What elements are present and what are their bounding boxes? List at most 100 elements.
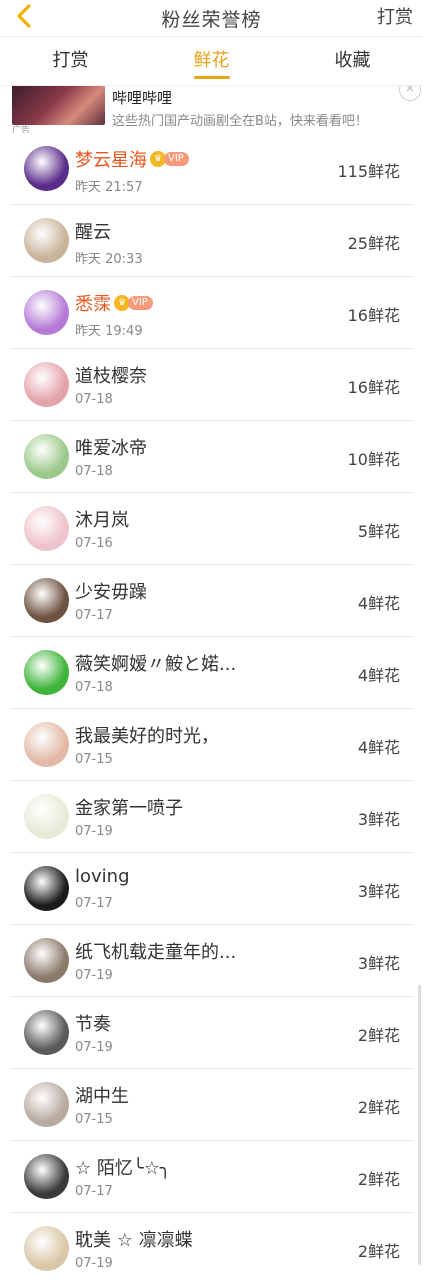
name-line: 我最美好的时光， [75,722,219,748]
user-name: 薇笑婀嫒〃鮟と婼... [75,654,237,675]
ad-description: 这些热门国产动画剧全在B站，快来看看吧！ [112,114,368,129]
app-root: 粉丝荣誉榜 打赏 打赏 鲜花 收藏 广告 哔哩哔哩 这些热门国产动画剧全在B站，… [0,0,423,1280]
timestamp: 07-17 [75,608,113,623]
user-name: 我最美好的时光， [75,726,219,747]
list-item[interactable]: 梦云星海 ♛ VIP 昨天 21:57 115鲜花 [12,133,412,205]
timestamp: 07-18 [75,680,113,695]
avatar[interactable] [24,146,69,191]
name-line: 悉霂 ♛ VIP [75,290,153,316]
avatar[interactable] [24,434,69,479]
list-item[interactable]: 金家第一喷子 07-19 3鲜花 [12,781,412,853]
avatar[interactable] [24,290,69,335]
scrollbar[interactable] [418,985,421,1265]
close-icon[interactable]: ✕ [399,85,421,101]
timestamp: 昨天 19:49 [75,324,143,339]
flower-count: 25鲜花 [347,234,400,253]
name-line: 醒云 [75,218,111,244]
user-name: 纸飞机载走童年的... [75,942,237,963]
avatar[interactable] [24,1010,69,1055]
flower-count: 4鲜花 [357,594,400,613]
list-item[interactable]: 耽美 ☆ 凛凛蝶 07-19 2鲜花 [12,1213,412,1280]
timestamp: 07-19 [75,1256,113,1271]
avatar[interactable] [24,866,69,911]
timestamp: 07-19 [75,824,113,839]
timestamp: 昨天 20:33 [75,252,143,267]
list-item[interactable]: 我最美好的时光， 07-15 4鲜花 [12,709,412,781]
list-item[interactable]: loving 07-17 3鲜花 [12,853,412,925]
timestamp: 07-16 [75,536,113,551]
list-item[interactable]: 纸飞机载走童年的... 07-19 3鲜花 [12,925,412,997]
list-item[interactable]: 醒云昨天 20:33 25鲜花 [12,205,412,277]
user-name: 沐月岚 [75,510,129,531]
chevron-left-icon [13,3,35,33]
timestamp: 07-19 [75,1040,113,1055]
vip-label: VIP [164,152,189,166]
flower-count: 2鲜花 [357,1170,400,1189]
flower-count: 16鲜花 [347,378,400,397]
user-name: 少安毋躁 [75,582,147,603]
flower-count: 4鲜花 [357,738,400,757]
ad-tag: 广告 [12,126,31,133]
avatar[interactable] [24,1226,69,1271]
ad-banner[interactable]: 广告 哔哩哔哩 这些热门国产动画剧全在B站，快来看看吧！ ✕ [0,85,423,133]
list-item[interactable]: 少安毋躁 07-17 4鲜花 [12,565,412,637]
avatar[interactable] [24,218,69,263]
list-item[interactable]: 薇笑婀嫒〃鮟と婼... 07-18 4鲜花 [12,637,412,709]
name-line: 湖中生 [75,1082,129,1108]
avatar[interactable] [24,506,69,551]
name-line: 薇笑婀嫒〃鮟と婼... [75,650,236,676]
timestamp: 07-15 [75,1112,113,1127]
avatar[interactable] [24,362,69,407]
flower-count: 5鲜花 [357,522,400,541]
back-button[interactable] [4,0,44,36]
avatar[interactable] [24,1154,69,1199]
tab-bar: 打赏 鲜花 收藏 [0,37,423,86]
user-name: 梦云星海 [75,150,147,171]
timestamp: 07-17 [75,1184,113,1199]
name-line: 梦云星海 ♛ VIP [75,146,189,172]
list-item[interactable]: 沐月岚 07-16 5鲜花 [12,493,412,565]
tab-favorites[interactable]: 收藏 [282,37,423,85]
list-item[interactable]: 悉霂 ♛ VIP 昨天 19:49 16鲜花 [12,277,412,349]
list-item[interactable]: 唯爱冰帝 07-18 10鲜花 [12,421,412,493]
name-line: loving [75,866,130,887]
tab-flowers[interactable]: 鲜花 [141,37,282,85]
flower-count: 16鲜花 [347,306,400,325]
flower-count: 2鲜花 [357,1098,400,1117]
flower-count: 3鲜花 [357,954,400,973]
flower-count: 3鲜花 [357,882,400,901]
vip-badge: ♛ VIP [150,151,189,167]
avatar[interactable] [24,938,69,983]
list-item[interactable]: ☆ 陌忆╰☆╮ 07-17 2鲜花 [12,1141,412,1213]
name-line: 耽美 ☆ 凛凛蝶 [75,1226,193,1252]
user-name: 节奏 [75,1014,111,1035]
user-name: 湖中生 [75,1086,129,1107]
flower-count: 115鲜花 [337,162,400,181]
flower-count: 2鲜花 [357,1242,400,1261]
ad-thumbnail [12,85,105,125]
name-line: 少安毋躁 [75,578,147,604]
timestamp: 07-18 [75,464,113,479]
avatar[interactable] [24,722,69,767]
name-line: ☆ 陌忆╰☆╮ [75,1154,171,1180]
timestamp: 昨天 21:57 [75,180,143,195]
user-name: loving [75,866,130,887]
name-line: 纸飞机载走童年的... [75,938,236,964]
user-name: 道枝樱奈 [75,366,147,387]
name-line: 沐月岚 [75,506,129,532]
avatar[interactable] [24,650,69,695]
flower-count: 3鲜花 [357,810,400,829]
ad-title: 哔哩哔哩 [112,89,173,107]
user-name: ☆ 陌忆╰☆╮ [75,1158,171,1179]
list-item[interactable]: 湖中生 07-15 2鲜花 [12,1069,412,1141]
name-line: 道枝樱奈 [75,362,147,388]
avatar[interactable] [24,1082,69,1127]
reward-button[interactable]: 打赏 [377,0,413,36]
user-name: 唯爱冰帝 [75,438,147,459]
list-item[interactable]: 节奏 07-19 2鲜花 [12,997,412,1069]
list-item[interactable]: 道枝樱奈 07-18 16鲜花 [12,349,412,421]
tab-reward[interactable]: 打赏 [0,37,141,85]
flower-count: 10鲜花 [347,450,400,469]
avatar[interactable] [24,578,69,623]
avatar[interactable] [24,794,69,839]
